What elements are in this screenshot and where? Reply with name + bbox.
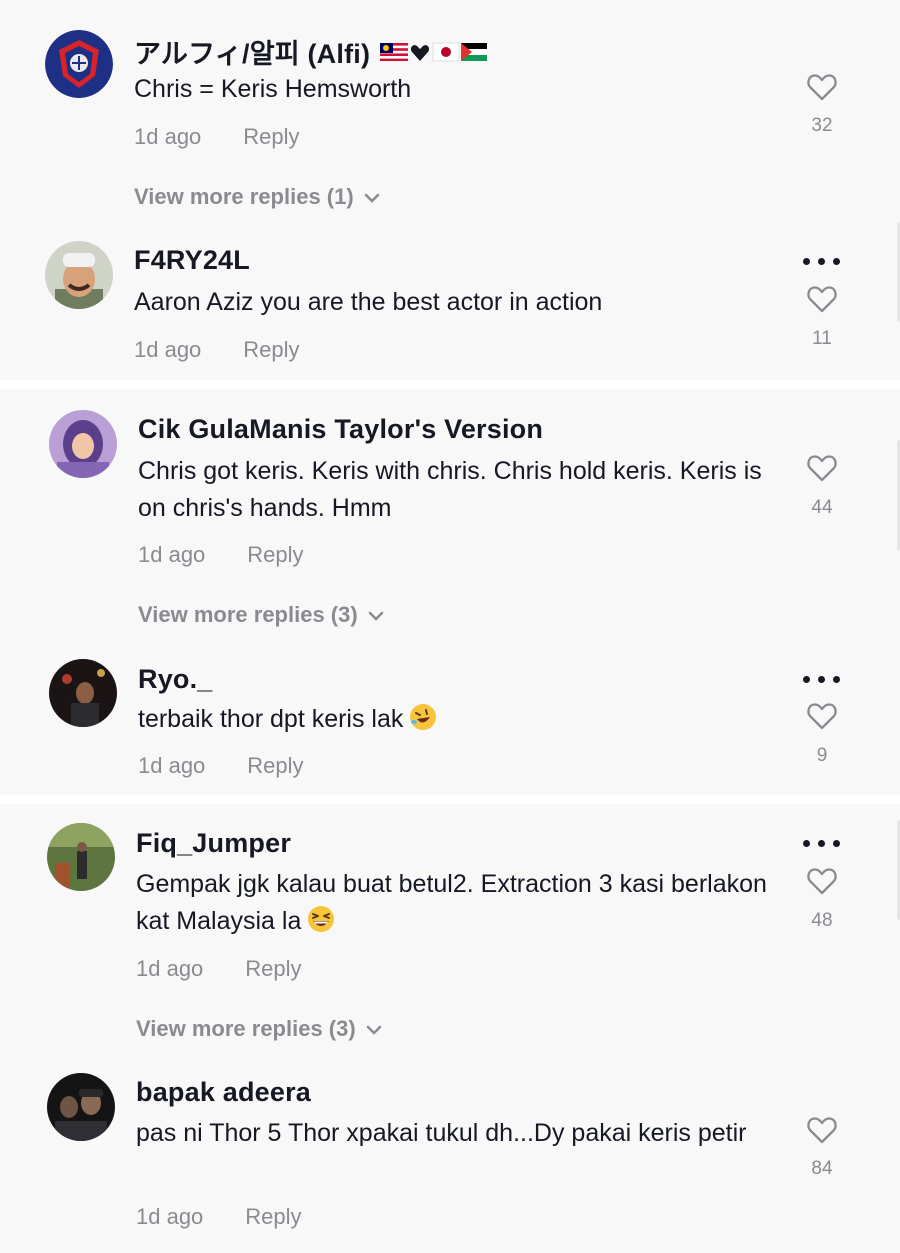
reply-button[interactable]: Reply [243, 337, 299, 362]
reply-button[interactable]: Reply [247, 753, 303, 778]
grinning-squint-emoji [308, 906, 335, 932]
username[interactable]: F4RY24L [134, 245, 250, 276]
like-heart-icon[interactable] [806, 701, 838, 731]
malaysia-flag-icon [380, 43, 409, 62]
flag-emojis [380, 40, 488, 71]
reply-button[interactable]: Reply [243, 124, 299, 149]
comment-text: Chris = Keris Hemsworth [134, 75, 412, 103]
comment-meta: 1d ago Reply [136, 956, 302, 982]
username[interactable]: Cik GulaManis Taylor's Version [138, 414, 543, 445]
avatar[interactable] [45, 241, 113, 309]
like-heart-icon[interactable] [806, 72, 838, 102]
heart-icon [411, 45, 430, 62]
view-more-replies-button[interactable]: View more replies (3) [136, 1016, 382, 1042]
comment-meta: 1d ago Reply [138, 753, 304, 779]
reply-button[interactable]: Reply [245, 1204, 301, 1229]
like-heart-icon[interactable] [806, 284, 838, 314]
timestamp: 1d ago [138, 753, 206, 778]
rolling-laughing-emoji [410, 704, 437, 730]
comment-text: Gempak jgk kalau buat betul2. Extraction… [136, 866, 781, 940]
comment-meta: 1d ago Reply [134, 337, 300, 363]
like-count: 32 [811, 115, 833, 136]
username[interactable]: アルフィ/알피 (Alfi) [134, 32, 488, 71]
comment-text: terbaik thor dpt keris lak [138, 701, 788, 738]
chevron-down-icon [364, 193, 379, 203]
timestamp: 1d ago [136, 956, 204, 981]
reply-button[interactable]: Reply [245, 956, 301, 981]
comment-text: Chris got keris. Keris with chris. Chris… [138, 457, 762, 522]
comment-text-body: terbaik thor dpt keris lak [138, 705, 404, 733]
username-text[interactable]: アルフィ/알피 (Alfi) [134, 39, 370, 69]
avatar[interactable] [49, 410, 117, 478]
comment-meta: 1d ago Reply [136, 1204, 302, 1230]
chevron-down-icon [368, 611, 383, 621]
view-more-label: View more replies (1) [134, 184, 354, 209]
like-heart-icon[interactable] [806, 866, 838, 896]
avatar[interactable] [45, 30, 113, 98]
palestine-flag-icon [461, 43, 488, 62]
username[interactable]: Ryo._ [138, 664, 213, 695]
view-more-replies-button[interactable]: View more replies (3) [138, 602, 384, 628]
view-more-replies-button[interactable]: View more replies (1) [134, 184, 380, 210]
like-count: 44 [811, 497, 833, 518]
avatar[interactable] [49, 659, 117, 727]
like-heart-icon[interactable] [806, 453, 838, 483]
comment-meta: 1d ago Reply [138, 542, 304, 568]
comment-meta: 1d ago Reply [134, 124, 300, 150]
avatar[interactable] [47, 1073, 115, 1141]
like-count: 11 [812, 328, 832, 349]
avatar[interactable] [47, 823, 115, 891]
timestamp: 1d ago [138, 542, 206, 567]
comment-text: pas ni Thor 5 Thor xpakai tukul dh...Dy … [136, 1119, 747, 1147]
like-heart-icon[interactable] [806, 1115, 838, 1145]
username[interactable]: Fiq_Jumper [136, 828, 291, 859]
like-count: 84 [811, 1158, 833, 1179]
like-count: 48 [811, 910, 833, 931]
timestamp: 1d ago [134, 124, 202, 149]
comment-text: Aaron Aziz you are the best actor in act… [134, 288, 603, 316]
chevron-down-icon [366, 1025, 381, 1035]
timestamp: 1d ago [136, 1204, 204, 1229]
comment-text-body: Gempak jgk kalau buat betul2. Extraction… [136, 870, 767, 935]
more-options-icon[interactable] [803, 838, 841, 848]
username[interactable]: bapak adeera [136, 1077, 311, 1108]
more-options-icon[interactable] [803, 256, 841, 266]
more-options-icon[interactable] [803, 674, 841, 684]
reply-button[interactable]: Reply [247, 542, 303, 567]
view-more-label: View more replies (3) [136, 1016, 356, 1041]
timestamp: 1d ago [134, 337, 202, 362]
like-count: 9 [816, 745, 828, 766]
view-more-label: View more replies (3) [138, 602, 358, 627]
japan-flag-icon [432, 42, 460, 62]
